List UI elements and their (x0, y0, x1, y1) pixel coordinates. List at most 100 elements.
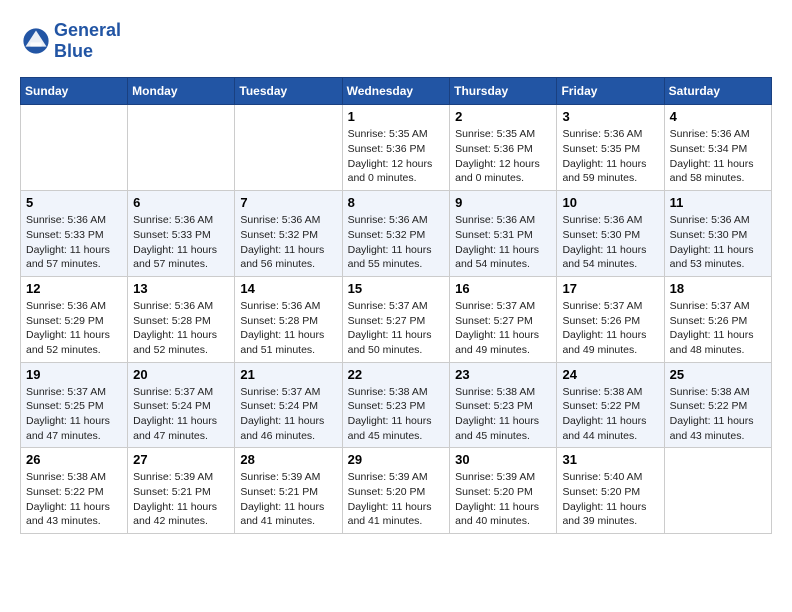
header-cell-monday: Monday (128, 78, 235, 105)
day-number: 10 (562, 195, 658, 210)
day-cell (128, 105, 235, 191)
day-number: 26 (26, 452, 122, 467)
day-number: 4 (670, 109, 766, 124)
day-info: Sunrise: 5:37 AMSunset: 5:27 PMDaylight:… (348, 299, 445, 358)
day-info: Sunrise: 5:37 AMSunset: 5:26 PMDaylight:… (670, 299, 766, 358)
day-number: 8 (348, 195, 445, 210)
day-number: 31 (562, 452, 658, 467)
day-cell: 30Sunrise: 5:39 AMSunset: 5:20 PMDayligh… (450, 448, 557, 534)
day-number: 21 (240, 367, 336, 382)
day-cell: 8 Sunrise: 5:36 AMSunset: 5:32 PMDaylight… (342, 191, 450, 277)
day-number: 25 (670, 367, 766, 382)
day-cell: 17 Sunrise: 5:37 AMSunset: 5:26 PMDayligh… (557, 276, 664, 362)
day-number: 17 (562, 281, 658, 296)
logo: General Blue (20, 20, 121, 61)
week-row-3: 19Sunrise: 5:37 AMSunset: 5:25 PMDayligh… (21, 362, 772, 448)
day-cell: 2 Sunrise: 5:35 AMSunset: 5:36 PMDaylight… (450, 105, 557, 191)
day-cell: 29Sunrise: 5:39 AMSunset: 5:20 PMDayligh… (342, 448, 450, 534)
day-info: Sunrise: 5:37 AMSunset: 5:25 PMDaylight:… (26, 385, 122, 444)
day-cell: 27 Sunrise: 5:39 AMSunset: 5:21 PMDayligh… (128, 448, 235, 534)
day-info: Sunrise: 5:37 AMSunset: 5:26 PMDaylight:… (562, 299, 658, 358)
day-cell: 9 Sunrise: 5:36 AMSunset: 5:31 PMDaylight… (450, 191, 557, 277)
week-row-0: 1 Sunrise: 5:35 AMSunset: 5:36 PMDaylight… (21, 105, 772, 191)
day-number: 30 (455, 452, 551, 467)
day-cell: 11 Sunrise: 5:36 AMSunset: 5:30 PMDayligh… (664, 191, 771, 277)
day-cell: 24Sunrise: 5:38 AMSunset: 5:22 PMDayligh… (557, 362, 664, 448)
day-number: 12 (26, 281, 122, 296)
day-info: Sunrise: 5:37 AMSunset: 5:27 PMDaylight:… (455, 299, 551, 358)
day-number: 27 (133, 452, 229, 467)
day-info: Sunrise: 5:36 AMSunset: 5:31 PMDaylight:… (455, 213, 551, 272)
day-info: Sunrise: 5:35 AMSunset: 5:36 PMDaylight:… (348, 127, 445, 186)
day-number: 1 (348, 109, 445, 124)
day-cell: 15 Sunrise: 5:37 AMSunset: 5:27 PMDayligh… (342, 276, 450, 362)
day-cell: 16 Sunrise: 5:37 AMSunset: 5:27 PMDayligh… (450, 276, 557, 362)
week-row-2: 12 Sunrise: 5:36 AMSunset: 5:29 PMDayligh… (21, 276, 772, 362)
day-cell: 6 Sunrise: 5:36 AMSunset: 5:33 PMDaylight… (128, 191, 235, 277)
day-cell (235, 105, 342, 191)
week-row-4: 26 Sunrise: 5:38 AMSunset: 5:22 PMDayligh… (21, 448, 772, 534)
logo-text-2: Blue (54, 41, 121, 62)
page-header: General Blue (20, 20, 772, 61)
day-info: Sunrise: 5:39 AMSunset: 5:21 PMDaylight:… (133, 470, 229, 529)
day-number: 7 (240, 195, 336, 210)
day-cell: 22 Sunrise: 5:38 AMSunset: 5:23 PMDayligh… (342, 362, 450, 448)
day-info: Sunrise: 5:36 AMSunset: 5:28 PMDaylight:… (133, 299, 229, 358)
day-cell: 31 Sunrise: 5:40 AMSunset: 5:20 PMDayligh… (557, 448, 664, 534)
day-number: 13 (133, 281, 229, 296)
header-row: SundayMondayTuesdayWednesdayThursdayFrid… (21, 78, 772, 105)
day-info: Sunrise: 5:36 AMSunset: 5:29 PMDaylight:… (26, 299, 122, 358)
header-cell-sunday: Sunday (21, 78, 128, 105)
header-cell-thursday: Thursday (450, 78, 557, 105)
day-info: Sunrise: 5:36 AMSunset: 5:30 PMDaylight:… (562, 213, 658, 272)
day-number: 23 (455, 367, 551, 382)
day-cell: 7Sunrise: 5:36 AMSunset: 5:32 PMDaylight… (235, 191, 342, 277)
day-number: 11 (670, 195, 766, 210)
day-cell (21, 105, 128, 191)
day-cell: 28Sunrise: 5:39 AMSunset: 5:21 PMDayligh… (235, 448, 342, 534)
day-info: Sunrise: 5:36 AMSunset: 5:30 PMDaylight:… (670, 213, 766, 272)
day-info: Sunrise: 5:36 AMSunset: 5:28 PMDaylight:… (240, 299, 336, 358)
header-cell-friday: Friday (557, 78, 664, 105)
day-cell: 5Sunrise: 5:36 AMSunset: 5:33 PMDaylight… (21, 191, 128, 277)
day-cell: 20 Sunrise: 5:37 AMSunset: 5:24 PMDayligh… (128, 362, 235, 448)
day-info: Sunrise: 5:40 AMSunset: 5:20 PMDaylight:… (562, 470, 658, 529)
day-number: 22 (348, 367, 445, 382)
header-cell-wednesday: Wednesday (342, 78, 450, 105)
day-cell: 19Sunrise: 5:37 AMSunset: 5:25 PMDayligh… (21, 362, 128, 448)
day-number: 9 (455, 195, 551, 210)
day-number: 14 (240, 281, 336, 296)
header-cell-saturday: Saturday (664, 78, 771, 105)
calendar-page: General Blue SundayMondayTuesdayWednesda… (0, 0, 792, 544)
day-info: Sunrise: 5:38 AMSunset: 5:23 PMDaylight:… (455, 385, 551, 444)
day-info: Sunrise: 5:38 AMSunset: 5:23 PMDaylight:… (348, 385, 445, 444)
day-cell: 1 Sunrise: 5:35 AMSunset: 5:36 PMDaylight… (342, 105, 450, 191)
day-cell: 4 Sunrise: 5:36 AMSunset: 5:34 PMDaylight… (664, 105, 771, 191)
day-number: 16 (455, 281, 551, 296)
day-cell: 10 Sunrise: 5:36 AMSunset: 5:30 PMDayligh… (557, 191, 664, 277)
day-info: Sunrise: 5:36 AMSunset: 5:32 PMDaylight:… (348, 213, 445, 272)
day-info: Sunrise: 5:36 AMSunset: 5:35 PMDaylight:… (562, 127, 658, 186)
header-cell-tuesday: Tuesday (235, 78, 342, 105)
day-cell: 13 Sunrise: 5:36 AMSunset: 5:28 PMDayligh… (128, 276, 235, 362)
day-number: 2 (455, 109, 551, 124)
day-info: Sunrise: 5:36 AMSunset: 5:33 PMDaylight:… (26, 213, 122, 272)
day-info: Sunrise: 5:38 AMSunset: 5:22 PMDaylight:… (26, 470, 122, 529)
day-number: 6 (133, 195, 229, 210)
day-cell: 12 Sunrise: 5:36 AMSunset: 5:29 PMDayligh… (21, 276, 128, 362)
day-number: 18 (670, 281, 766, 296)
day-info: Sunrise: 5:37 AMSunset: 5:24 PMDaylight:… (133, 385, 229, 444)
day-cell: 26 Sunrise: 5:38 AMSunset: 5:22 PMDayligh… (21, 448, 128, 534)
calendar-table: SundayMondayTuesdayWednesdayThursdayFrid… (20, 77, 772, 534)
day-info: Sunrise: 5:36 AMSunset: 5:34 PMDaylight:… (670, 127, 766, 186)
day-info: Sunrise: 5:35 AMSunset: 5:36 PMDaylight:… (455, 127, 551, 186)
day-cell: 21Sunrise: 5:37 AMSunset: 5:24 PMDayligh… (235, 362, 342, 448)
day-number: 15 (348, 281, 445, 296)
day-cell: 18 Sunrise: 5:37 AMSunset: 5:26 PMDayligh… (664, 276, 771, 362)
logo-text: General (54, 20, 121, 41)
day-number: 3 (562, 109, 658, 124)
day-cell (664, 448, 771, 534)
week-row-1: 5Sunrise: 5:36 AMSunset: 5:33 PMDaylight… (21, 191, 772, 277)
day-info: Sunrise: 5:36 AMSunset: 5:33 PMDaylight:… (133, 213, 229, 272)
day-number: 20 (133, 367, 229, 382)
